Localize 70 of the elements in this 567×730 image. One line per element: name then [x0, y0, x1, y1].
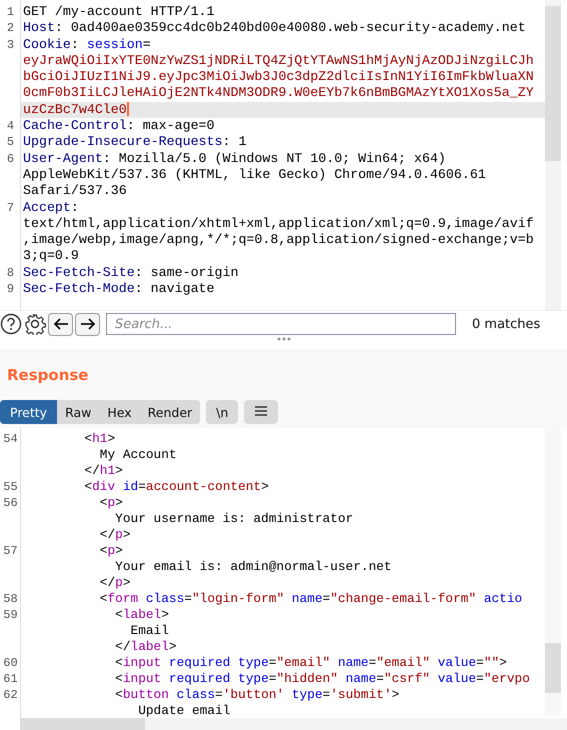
code-line: 3;q=0.9: [22, 248, 80, 265]
code-line: <p>: [98, 543, 124, 559]
match-count: 0 matches: [472, 316, 540, 332]
code-line: Sec-Fetch-Mode: navigate: [22, 281, 216, 298]
code-line: GET /my-account HTTP/1.1: [22, 4, 216, 20]
next-button[interactable]: [75, 312, 100, 336]
help-icon[interactable]: [0, 313, 22, 335]
line-number: 3: [6, 36, 14, 53]
code-line: <h1>: [83, 431, 116, 447]
line-number: 55: [3, 479, 18, 495]
code-line: My Account: [98, 447, 178, 463]
code-line: </h1>: [83, 463, 124, 479]
code-line: eyJraWQiOiIxYTE0NzYwZS1jNDRiLTQ4ZjQtYTAwNS1hMjAyNjAzODJiNzgiLCJh: [22, 52, 535, 70]
arrow-left-icon: [52, 317, 68, 331]
code-line: <button class='button' type='submit'>: [114, 687, 400, 703]
code-line: User-Agent: Mozilla/5.0 (Windows NT 10.0; Win64; x64): [22, 150, 447, 167]
code-line: <input required type="email" name="email" value="">: [114, 655, 508, 671]
code-line: ,image/webp,image/apng,*/*;q=0.8,application/signed-exchange;v=b: [22, 232, 535, 248]
previous-button[interactable]: [48, 312, 73, 336]
drag-handle-icon[interactable]: [276, 337, 290, 341]
line-number: 9: [6, 281, 14, 298]
code-line: <p>: [98, 495, 124, 511]
code-line: <input required type="hidden" name="csrf" value="ervpo: [114, 671, 531, 687]
code-line: Host: 0ad400ae0359cc4dc0b240bd00e40080.web-security-academy.net: [22, 20, 527, 37]
view-tab[interactable]: Pretty: [0, 400, 58, 424]
arrow-right-icon: [80, 317, 96, 331]
code-line: AppleWebKit/537.36 (KHTML, like Gecko) Chrome/94.0.4606.61: [22, 166, 487, 184]
code-line: <label>: [114, 607, 170, 623]
code-line: Your username is: administrator: [114, 511, 354, 527]
code-line: </p>: [98, 575, 132, 591]
code-line: Email: [130, 623, 170, 639]
code-line: text/html,application/xhtml+xml,application/xml;q=0.9,image/avif: [22, 216, 535, 232]
code-line: Cache-Control: max-age=0: [22, 118, 216, 134]
code-line: <div id=account-content>: [83, 479, 270, 495]
code-line: Update email: [137, 703, 232, 719]
panel-title: Response: [6, 365, 90, 385]
code-line: Accept:: [22, 200, 80, 216]
line-number: 6: [6, 150, 14, 167]
line-number: 54: [3, 431, 18, 447]
code-line: bGciOiJIUzI1NiJ9.eyJpc3MiOiJwb3J0c3dpZ2dlciIsInN1YiI6ImFkbWluaXN: [22, 69, 535, 86]
scrollbar[interactable]: [20, 718, 567, 730]
code-line: Upgrade-Insecure-Requests: 1: [22, 134, 248, 151]
line-number: 61: [3, 671, 18, 687]
line-number: 59: [3, 607, 18, 623]
line-number: 8: [6, 264, 14, 282]
line-number: 60: [3, 655, 18, 671]
code-line: 0cmF0b3IiLCJleHAiOjE2NTk4NDM3ODR9.W0eEYb7k6nBmBGMAzYtXO1Xos5a_ZY: [22, 85, 535, 102]
line-number: 5: [6, 134, 14, 151]
scrollbar[interactable]: [545, 428, 561, 716]
scrollbar[interactable]: [545, 0, 561, 310]
code-line: Cookie: session=: [22, 36, 152, 53]
code-line: Your email is: admin@normal-user.net: [114, 559, 393, 575]
line-number: 56: [3, 495, 18, 511]
menu-icon: [254, 404, 268, 416]
code-line: Safari/537.36: [22, 183, 128, 200]
settings-icon[interactable]: [24, 313, 46, 335]
code-line: <form class="login-form" name="change-email-form" actio: [98, 591, 524, 607]
code-line: </label>: [114, 639, 178, 655]
line-number: 2: [6, 20, 14, 37]
line-number: 57: [3, 543, 18, 559]
menu-button[interactable]: [244, 400, 278, 424]
code-line: </p>: [98, 527, 132, 543]
line-number: 1: [6, 4, 14, 20]
line-number: 58: [3, 591, 18, 607]
line-number: 62: [3, 687, 18, 703]
code-line: Sec-Fetch-Site: same-origin: [22, 264, 240, 282]
newline-toggle[interactable]: \n: [206, 400, 238, 424]
search-field[interactable]: Search...: [106, 313, 456, 335]
line-number: 7: [6, 200, 14, 216]
line-number: 4: [6, 118, 14, 134]
